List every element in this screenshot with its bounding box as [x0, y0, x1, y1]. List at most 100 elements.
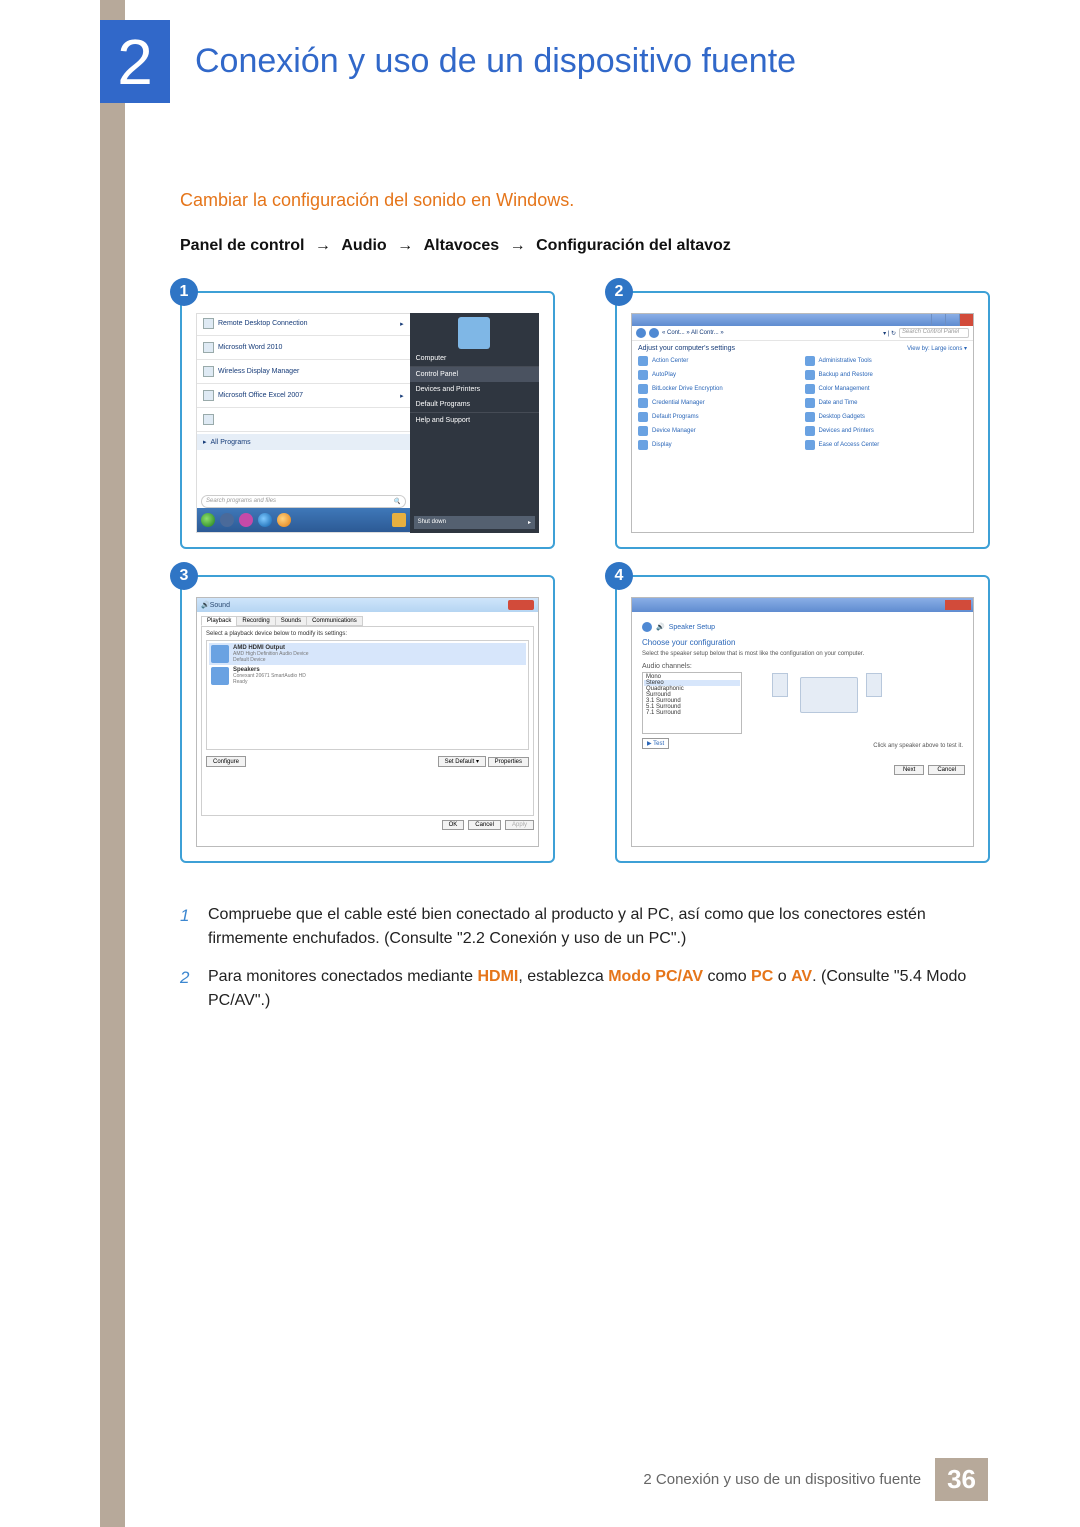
properties-button[interactable]: Properties [488, 757, 529, 767]
speaker-icon: 🔊 [656, 623, 665, 631]
taskbar-icon[interactable] [220, 513, 234, 527]
cp-item[interactable]: Administrative Tools [819, 358, 872, 364]
arrow-icon: → [510, 237, 526, 254]
menu-item[interactable]: Wireless Display Manager [218, 368, 299, 375]
content: Cambiar la configuración del sonido en W… [180, 190, 990, 1027]
taskbar-icon[interactable] [239, 513, 253, 527]
tab-playback[interactable]: Playback [201, 616, 237, 626]
color-icon [805, 384, 815, 394]
close-button[interactable] [508, 600, 534, 610]
cp-item[interactable]: Date and Time [819, 400, 858, 406]
menu-item[interactable]: Default Programs [410, 397, 539, 412]
step-text: Compruebe que el cable esté bien conecta… [208, 903, 990, 951]
badge-4: 4 [605, 562, 633, 590]
device-speakers[interactable]: Speakers Conexant 20671 SmartAudio HD Re… [209, 665, 526, 687]
tabs: Playback Recording Sounds Communications [201, 616, 534, 626]
shutdown-button[interactable]: Shut down▸ [414, 516, 535, 529]
cancel-button[interactable]: Cancel [468, 820, 501, 830]
gadgets-icon [805, 412, 815, 422]
breadcrumb: Panel de control → Audio → Altavoces → C… [180, 237, 990, 255]
set-default-button[interactable]: Set Default ▾ [438, 756, 486, 767]
app-icon [203, 318, 214, 329]
close-button[interactable] [945, 600, 971, 610]
speaker-icon [211, 667, 229, 685]
menu-item[interactable]: Computer [410, 351, 539, 366]
cp-item[interactable]: Color Management [819, 386, 870, 392]
menu-item-control-panel[interactable]: Control Panel [410, 367, 539, 382]
all-programs[interactable]: All Programs [211, 439, 251, 446]
breadcrumb-2: Audio [341, 237, 386, 254]
device-hdmi[interactable]: AMD HDMI Output AMD High Definition Audi… [209, 643, 526, 665]
folder-icon[interactable] [392, 513, 406, 527]
lock-icon [638, 384, 648, 394]
start-menu-right: Computer Control Panel Devices and Print… [410, 313, 539, 533]
back-button[interactable] [636, 328, 646, 338]
app-icon [203, 414, 214, 425]
speaker-diagram: Click any speaker above to test it. [752, 663, 963, 749]
clock-icon [805, 398, 815, 408]
cp-item[interactable]: Display [652, 442, 672, 448]
arrow-icon: → [315, 237, 331, 254]
cp-item[interactable]: Action Center [652, 358, 688, 364]
window-titlebar [632, 314, 973, 326]
list-item: 7.1 Surround [644, 710, 740, 716]
cp-item[interactable]: Credential Manager [652, 400, 705, 406]
tab-sounds[interactable]: Sounds [275, 616, 307, 626]
cp-item[interactable]: Devices and Printers [819, 428, 874, 434]
cancel-button[interactable]: Cancel [928, 765, 965, 775]
tab-recording[interactable]: Recording [236, 616, 275, 626]
cp-item[interactable]: AutoPlay [652, 372, 676, 378]
maximize-button[interactable] [945, 314, 959, 326]
tools-icon [805, 356, 815, 366]
backup-icon [805, 370, 815, 380]
apply-button[interactable]: Apply [505, 820, 534, 830]
next-button[interactable]: Next [894, 765, 924, 775]
speaker-left-icon[interactable] [772, 673, 788, 697]
step-number: 2 [180, 965, 194, 1013]
address-path: « Cont... » All Contr... » [662, 330, 724, 336]
cp-item[interactable]: BitLocker Drive Encryption [652, 386, 723, 392]
autoplay-icon [638, 370, 648, 380]
tab-communications[interactable]: Communications [306, 616, 363, 626]
menu-item[interactable]: Devices and Printers [410, 382, 539, 397]
sound-icon: 🔊 [201, 601, 210, 609]
step-list: 1 Compruebe que el cable esté bien conec… [180, 903, 990, 1013]
ok-button[interactable]: OK [442, 820, 465, 830]
cp-item[interactable]: Backup and Restore [819, 372, 873, 378]
speaker-right-icon[interactable] [866, 673, 882, 697]
breadcrumb-4: Configuración del altavoz [536, 237, 731, 254]
channels-list[interactable]: Mono Stereo Quadraphonic Surround 3.1 Su… [642, 672, 742, 734]
app-icon [203, 342, 214, 353]
start-orb-icon[interactable] [201, 513, 215, 527]
menu-item[interactable]: Help and Support [410, 413, 539, 428]
cp-item[interactable]: Desktop Gadgets [819, 414, 865, 420]
minimize-button[interactable] [931, 314, 945, 326]
cp-item[interactable]: Default Programs [652, 414, 699, 420]
wizard-hint: Select the speaker setup below that is m… [642, 651, 963, 657]
badge-1: 1 [170, 278, 198, 306]
menu-item[interactable]: Microsoft Office Excel 2007 [218, 392, 303, 399]
panel-1-start-menu: 1 Remote Desktop Connection▸ Microsoft W… [180, 291, 555, 549]
window-titlebar [632, 598, 973, 612]
back-button[interactable] [642, 622, 652, 632]
cp-item[interactable]: Device Manager [652, 428, 696, 434]
search-input[interactable]: Search Control Panel [899, 328, 969, 338]
close-button[interactable] [959, 314, 973, 326]
programs-icon [638, 412, 648, 422]
badge-2: 2 [605, 278, 633, 306]
arrow-icon: → [397, 237, 413, 254]
credential-icon [638, 398, 648, 408]
media-player-icon[interactable] [277, 513, 291, 527]
view-by[interactable]: View by: Large icons ▾ [907, 345, 967, 352]
forward-button[interactable] [649, 328, 659, 338]
configure-button[interactable]: Configure [206, 756, 246, 767]
menu-item[interactable]: Remote Desktop Connection [218, 320, 308, 327]
search-input[interactable]: Search programs and files 🔍 [201, 495, 406, 508]
chevron-right-icon: ▸ [203, 438, 207, 446]
section-subheading: Cambiar la configuración del sonido en W… [180, 190, 990, 211]
ie-icon[interactable] [258, 513, 272, 527]
cp-item[interactable]: Ease of Access Center [819, 442, 880, 448]
test-button[interactable]: ▶ Test [642, 738, 669, 749]
subtitle: Adjust your computer's settings [638, 345, 735, 352]
menu-item[interactable]: Microsoft Word 2010 [218, 344, 282, 351]
